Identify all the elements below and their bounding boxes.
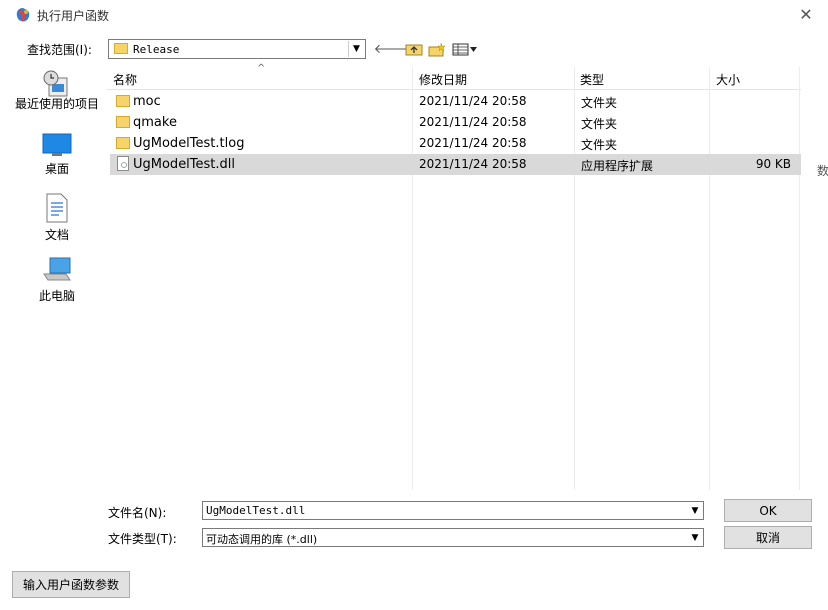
filetype-select[interactable]: 可动态调用的库 (*.dll) ▼	[202, 528, 704, 547]
back-button[interactable]: 🡐	[374, 41, 409, 57]
documents-icon	[46, 193, 68, 223]
file-size: 90 KB	[755, 157, 791, 171]
place-desktop-label: 桌面	[44, 162, 69, 176]
file-type: 应用程序扩展	[581, 159, 654, 173]
up-folder-icon	[405, 44, 423, 56]
window-title: 执行用户函数	[37, 9, 110, 23]
place-documents-label: 文档	[44, 228, 69, 242]
place-recent-label: 最近使用的项目	[14, 97, 99, 111]
look-in-label: 查找范围(I):	[27, 43, 92, 57]
app-logo-icon	[16, 8, 30, 22]
column-header-size[interactable]: 大小	[716, 71, 740, 88]
file-date: 2021/11/24 20:58	[419, 136, 527, 150]
place-recent[interactable]: 最近使用的项目	[12, 68, 102, 110]
place-documents[interactable]: 文档	[12, 193, 102, 243]
folder-icon	[116, 137, 130, 149]
file-date: 2021/11/24 20:58	[419, 157, 527, 171]
filename-input[interactable]	[203, 502, 686, 518]
file-name: moc	[133, 94, 161, 109]
new-folder-button[interactable]	[427, 41, 447, 57]
file-name: UgModelTest.tlog	[133, 136, 245, 151]
file-row[interactable]: moc 2021/11/24 20:58 文件夹	[110, 91, 801, 112]
file-row-selected[interactable]: UgModelTest.dll 2021/11/24 20:58 应用程序扩展 …	[110, 154, 801, 175]
place-computer-label: 此电脑	[38, 289, 75, 303]
file-row[interactable]: qmake 2021/11/24 20:58 文件夹	[110, 112, 801, 133]
view-menu-button[interactable]	[451, 41, 479, 57]
chevron-down-icon[interactable]: ▼	[688, 530, 702, 545]
file-name: qmake	[133, 115, 177, 130]
input-params-button[interactable]: 输入用户函数参数	[12, 571, 130, 598]
look-in-value: Release	[133, 43, 180, 56]
filename-label: 文件名(N):	[108, 506, 167, 520]
filetype-label: 文件类型(T):	[108, 532, 177, 546]
ok-button[interactable]: OK	[724, 499, 812, 522]
place-desktop[interactable]: 桌面	[12, 133, 102, 177]
file-list[interactable]: 名称 ^ 修改日期 类型 大小 moc 2021/11/24 20:58 文件夹…	[107, 63, 801, 490]
place-computer[interactable]: 此电脑	[12, 256, 102, 304]
column-header-type[interactable]: 类型	[580, 71, 604, 88]
recent-icon	[43, 70, 68, 97]
file-type: 文件夹	[581, 138, 618, 152]
chevron-down-icon[interactable]: ▼	[348, 41, 364, 57]
close-icon: ✕	[799, 4, 813, 24]
column-header-date[interactable]: 修改日期	[419, 71, 467, 88]
cancel-button[interactable]: 取消	[724, 526, 812, 549]
dll-file-icon	[117, 156, 129, 171]
file-type: 文件夹	[581, 117, 618, 131]
file-date: 2021/11/24 20:58	[419, 94, 527, 108]
column-header-name[interactable]: 名称	[113, 71, 137, 88]
folder-icon	[116, 116, 130, 128]
sort-caret-icon: ^	[257, 63, 266, 74]
close-button[interactable]: ✕	[796, 4, 816, 24]
folder-icon	[116, 95, 130, 107]
file-list-header: 名称 ^ 修改日期 类型 大小	[107, 63, 801, 90]
file-type: 文件夹	[581, 96, 618, 110]
view-menu-icon	[452, 43, 477, 55]
clipped-edge-text: 数	[817, 164, 828, 178]
file-row[interactable]: UgModelTest.tlog 2021/11/24 20:58 文件夹	[110, 133, 801, 154]
folder-icon	[114, 43, 128, 54]
computer-icon	[43, 257, 71, 281]
new-folder-icon	[428, 42, 446, 56]
filename-combo[interactable]: ▼	[202, 501, 704, 520]
title-bar: 执行用户函数 ✕	[0, 0, 828, 30]
up-folder-button[interactable]	[404, 41, 424, 57]
desktop-icon	[42, 133, 72, 156]
look-in-combo[interactable]: Release ▼	[108, 39, 366, 59]
filetype-value: 可动态调用的库 (*.dll)	[206, 533, 318, 546]
file-name: UgModelTest.dll	[133, 157, 236, 172]
file-date: 2021/11/24 20:58	[419, 115, 527, 129]
chevron-down-icon[interactable]: ▼	[688, 503, 702, 518]
